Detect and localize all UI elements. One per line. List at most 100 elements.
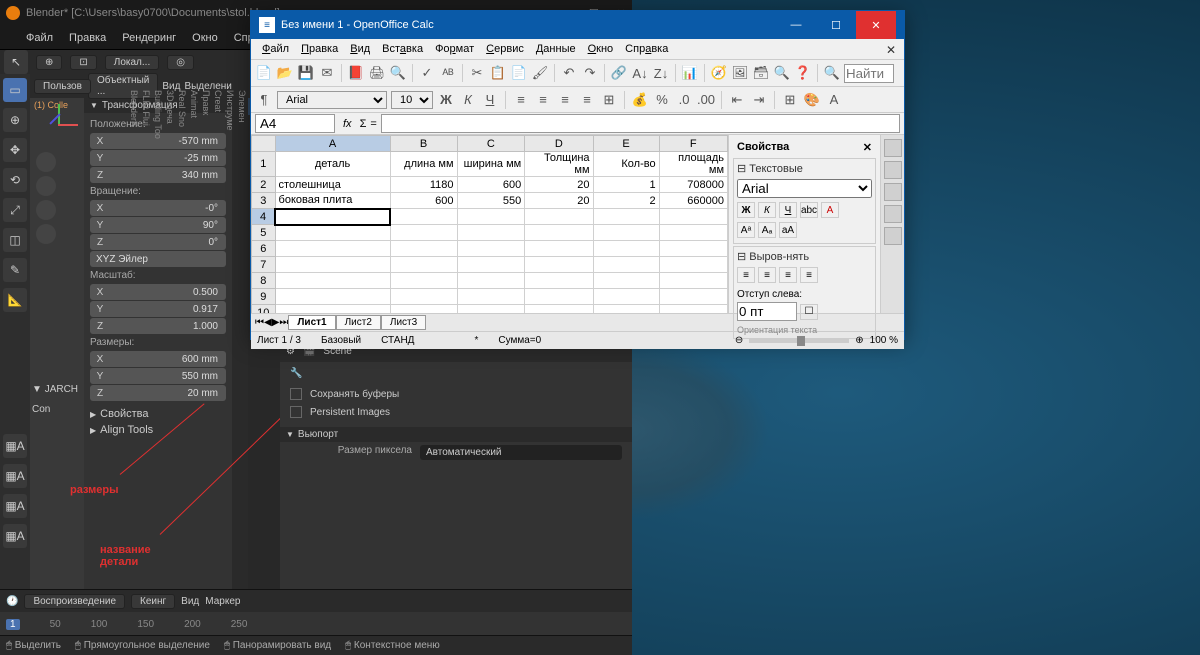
sidebar-close-icon[interactable]: ✕: [863, 141, 872, 154]
strip-functions-icon[interactable]: [884, 227, 902, 245]
local-dropdown[interactable]: Локал...: [105, 55, 159, 70]
fontcolor-icon[interactable]: A: [825, 91, 843, 109]
viewport-section[interactable]: Вьюпорт: [280, 427, 632, 442]
italic-icon[interactable]: К: [459, 91, 477, 109]
cell-reference[interactable]: [255, 114, 335, 133]
font-size-select[interactable]: 10: [391, 91, 433, 109]
tab-first-icon[interactable]: ⏮: [255, 317, 264, 328]
zoom-slider[interactable]: [749, 339, 849, 343]
underline-icon[interactable]: Ч: [481, 91, 499, 109]
save-icon[interactable]: 💾: [297, 64, 315, 82]
indent-value[interactable]: [737, 302, 797, 321]
maximize-button[interactable]: ☐: [816, 11, 856, 39]
indent-inc-icon[interactable]: ⇥: [750, 91, 768, 109]
bgcolor-icon[interactable]: 🎨: [803, 91, 821, 109]
sidebar-align-right-icon[interactable]: ≡: [779, 267, 797, 283]
pixel-size-value[interactable]: Автоматический: [420, 445, 622, 460]
zoom-in-icon[interactable]: ⊕: [855, 335, 863, 346]
new-icon[interactable]: 📄: [255, 64, 273, 82]
timeline-view[interactable]: Вид: [181, 596, 199, 607]
function-wizard-icon[interactable]: fx: [339, 118, 356, 130]
sheet-tab-2[interactable]: Лист2: [336, 315, 381, 330]
menu-edit[interactable]: Правка: [296, 41, 343, 57]
find-icon[interactable]: 🔍: [823, 64, 841, 82]
checkbox-icon[interactable]: [290, 406, 302, 418]
page-style[interactable]: Базовый: [321, 335, 361, 346]
jarch-panel[interactable]: ▼ JARCH: [32, 384, 78, 395]
align-center-icon[interactable]: ≡: [534, 91, 552, 109]
save-buffers-row[interactable]: Сохранять буферы: [280, 385, 632, 403]
tab-last-icon[interactable]: ⏭: [279, 317, 288, 328]
tab-create[interactable]: Creat: [212, 84, 224, 594]
wrench-icon[interactable]: 🔧: [290, 368, 302, 379]
help-icon[interactable]: ❓: [794, 64, 812, 82]
bold-icon[interactable]: Ж: [437, 91, 455, 109]
undo-icon[interactable]: ↶: [560, 64, 578, 82]
email-icon[interactable]: ✉: [318, 64, 336, 82]
viewport-3d[interactable]: Пользов (1) Colle ▼ JARCH Con размеры на…: [30, 74, 84, 594]
menu-data[interactable]: Данные: [531, 41, 581, 57]
styles-icon[interactable]: ¶: [255, 91, 273, 109]
tab-3dprint[interactable]: 3D-печа: [164, 84, 176, 594]
navigator-icon[interactable]: 🧭: [710, 64, 728, 82]
merge-icon[interactable]: ⊞: [600, 91, 618, 109]
menu-file[interactable]: Файл: [20, 30, 59, 46]
menu-help[interactable]: Справка: [620, 41, 673, 57]
panel-b-icon[interactable]: ▦A: [3, 464, 27, 488]
pdf-icon[interactable]: 📕: [347, 64, 365, 82]
keying-menu[interactable]: Кеинг: [131, 594, 175, 609]
tab-edit[interactable]: Правк: [200, 84, 212, 594]
transform-tool[interactable]: ◫: [3, 228, 27, 252]
border-icon[interactable]: ⊞: [781, 91, 799, 109]
tab-item[interactable]: Элемен: [236, 84, 248, 594]
ortho-icon[interactable]: [36, 224, 56, 244]
menu-render[interactable]: Рендеринг: [116, 30, 182, 46]
transform-orientation[interactable]: ⊕: [36, 55, 62, 70]
menu-file[interactable]: Файл: [257, 41, 294, 57]
preview-icon[interactable]: 🔍: [389, 64, 407, 82]
menu-insert[interactable]: Вставка: [377, 41, 428, 57]
indent-dec-icon[interactable]: ⇤: [728, 91, 746, 109]
annotate-tool[interactable]: ✎: [3, 258, 27, 282]
mode-dropdown[interactable]: Пользов: [34, 79, 91, 94]
align-left-icon[interactable]: ≡: [512, 91, 530, 109]
open-icon[interactable]: 📂: [276, 64, 294, 82]
decimal-remove-icon[interactable]: .00: [697, 91, 715, 109]
menu-window[interactable]: Окно: [583, 41, 619, 57]
zoom-icon[interactable]: 🔍: [773, 64, 791, 82]
indent-toggle[interactable]: ☐: [800, 304, 818, 320]
minimize-button[interactable]: —: [776, 11, 816, 39]
proportional-edit[interactable]: ◎: [167, 55, 194, 70]
tab-blenderk[interactable]: BlenderK: [128, 84, 140, 594]
panel-a-icon[interactable]: ▦A: [3, 434, 27, 458]
format-paint-icon[interactable]: 🖌: [531, 64, 549, 82]
text-section-header[interactable]: ⊟ Текстовые: [737, 162, 872, 177]
cut-icon[interactable]: ✂: [468, 64, 486, 82]
timeline-icon[interactable]: 🕐: [6, 596, 18, 607]
copy-icon[interactable]: 📋: [489, 64, 507, 82]
currency-icon[interactable]: 💰: [631, 91, 649, 109]
sidebar-italic-icon[interactable]: К: [758, 202, 776, 218]
tab-next-icon[interactable]: ▶: [272, 317, 280, 328]
sum-display[interactable]: Сумма=0: [498, 335, 541, 346]
navigation-gizmo[interactable]: [38, 104, 78, 144]
formula-input[interactable]: [381, 114, 900, 133]
datasource-icon[interactable]: 🗃: [752, 64, 770, 82]
menu-view[interactable]: Вид: [345, 41, 375, 57]
tab-tool[interactable]: Инструме: [224, 84, 236, 594]
chart-icon[interactable]: 📊: [681, 64, 699, 82]
sidebar-fontcolor-icon[interactable]: A: [821, 202, 839, 218]
panel-d-icon[interactable]: ▦A: [3, 524, 27, 548]
zoom-icon[interactable]: [36, 176, 56, 196]
strip-properties-icon[interactable]: [884, 139, 902, 157]
playback-menu[interactable]: Воспроизведение: [24, 594, 125, 609]
menu-window[interactable]: Окно: [186, 30, 224, 46]
cursor-tool[interactable]: ⊕: [3, 108, 27, 132]
sidebar-bold-icon[interactable]: Ж: [737, 202, 755, 218]
sidebar-case-icon[interactable]: aA: [779, 222, 797, 238]
menu-edit[interactable]: Правка: [63, 30, 112, 46]
sidebar-font-select[interactable]: Arial: [737, 179, 872, 198]
sum-icon[interactable]: Σ: [360, 118, 367, 130]
timeline-ruler[interactable]: 1 50 100 150 200 250: [0, 612, 632, 636]
align-section-header[interactable]: ⊟ Выров-нять: [737, 250, 872, 265]
